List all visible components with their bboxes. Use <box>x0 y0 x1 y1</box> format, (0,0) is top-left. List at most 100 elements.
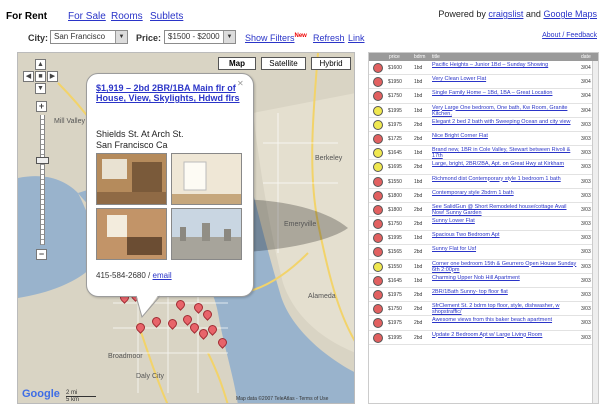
row-title-link[interactable]: Richmond dist Contemporary style 1 bedro… <box>432 176 578 188</box>
pan-up-icon[interactable]: ▲ <box>35 59 46 70</box>
row-title-link[interactable]: Corner one bedroom 15th & Geurrero Open … <box>432 261 578 273</box>
col-bedrooms[interactable]: bdrm <box>414 53 425 61</box>
row-title-link[interactable]: Large, bright, 2BR/2BA, Apt. on Great Hw… <box>432 161 578 173</box>
row-title-link[interactable]: Sunny Lower Flat <box>432 218 578 230</box>
show-filters-link[interactable]: Show FiltersNew <box>245 33 307 43</box>
google-maps-link[interactable]: Google Maps <box>543 9 597 19</box>
pan-down-icon[interactable]: ▼ <box>35 83 46 94</box>
map-type-hybrid-button[interactable]: Hybrid <box>311 57 351 70</box>
pan-center-icon[interactable]: ■ <box>35 71 46 82</box>
row-date: 3/03 <box>581 192 591 199</box>
row-title-link[interactable]: Awesome views from this baker beach apar… <box>432 317 578 329</box>
table-row[interactable]: $1995 1bd Very Large One bedroom, One bath… <box>369 104 598 118</box>
status-dot-icon <box>373 162 383 173</box>
row-bedrooms: 1bd <box>414 93 423 100</box>
row-date: 3/03 <box>581 292 591 298</box>
row-title-link[interactable]: Nice Bright Corner Flat <box>432 133 578 145</box>
zoom-out-button[interactable]: − <box>36 249 47 260</box>
tab-for-sale[interactable]: For Sale <box>68 11 106 22</box>
map-type-satellite-button[interactable]: Satellite <box>261 57 306 70</box>
row-date: 3/03 <box>581 334 591 341</box>
table-row[interactable]: $1750 2bd Sunny Lower Flat 3/03 <box>369 217 598 232</box>
city-select[interactable]: San Francisco ▼ <box>50 30 128 44</box>
status-dot-icon <box>373 247 383 258</box>
map-copyright: Map data ©2007 TeleAtlas - Terms of Use <box>236 396 329 402</box>
email-link[interactable]: email <box>153 271 172 280</box>
status-dot-icon <box>373 190 383 201</box>
living-room-photo <box>172 154 241 204</box>
info-listing-title-link[interactable]: $1,919 – 2bd 2BR/1BA Main flr of House, … <box>96 83 246 103</box>
row-bedrooms: 2bd <box>414 320 423 327</box>
row-date: 3/04 <box>581 65 591 71</box>
row-title-link[interactable]: Elegant 2 bed 2 bath with Sweeping Ocean… <box>432 119 578 131</box>
row-price: $1750 <box>388 93 402 100</box>
map-label: Emeryville <box>284 221 317 228</box>
row-title-link[interactable]: Spacious Two Bedroom Apt <box>432 232 578 244</box>
table-row[interactable]: $1645 1bd Brand new, 1BR in Cole Valley, S… <box>369 146 598 161</box>
table-row[interactable]: $1995 2bd Update 2 Bedroom Apt w/ Large Li… <box>369 331 598 345</box>
tab-for-rent[interactable]: For Rent <box>6 11 47 22</box>
tab-rooms[interactable]: Rooms <box>111 11 143 22</box>
listing-photo[interactable] <box>171 153 242 205</box>
table-row[interactable]: $1550 1bd Richmond dist Contemporary style… <box>369 175 598 189</box>
col-price[interactable]: price <box>389 53 400 61</box>
row-title-link[interactable]: Contemporary style 2bdrm 1 bath <box>432 190 578 202</box>
tab-sublets[interactable]: Sublets <box>150 11 183 22</box>
table-row[interactable]: $1750 1bd Single Family Home – 1Bd, 1BA – … <box>369 89 598 104</box>
row-title-link[interactable]: Brand new, 1BR in Cole Valley, Stewart b… <box>432 147 578 159</box>
table-row[interactable]: $1800 2bd Contemporary style 2bdrm 1 bath 3… <box>369 189 598 203</box>
zoom-slider-thumb[interactable] <box>36 157 49 164</box>
map-area[interactable]: Map Satellite Hybrid ▲ ◀ ■ ▶ ▼ + − Mill … <box>17 52 355 404</box>
pan-left-icon[interactable]: ◀ <box>23 71 34 82</box>
map-label: Berkeley <box>315 155 343 162</box>
row-bedrooms: 2bd <box>414 334 423 341</box>
table-row[interactable]: $1750 2bd SfrClement St. 2 bdrm top floor,… <box>369 302 598 317</box>
table-row[interactable]: $1995 1bd Spacious Two Bedroom Apt 3/03 <box>369 231 598 246</box>
listing-photo[interactable] <box>96 153 167 205</box>
status-dot-icon <box>373 63 383 73</box>
scale-km: 5 km <box>66 397 80 403</box>
zoom-slider[interactable] <box>40 115 45 245</box>
table-row[interactable]: $1645 1bd Charming Upper Nob Hill Apartmen… <box>369 274 598 288</box>
table-row[interactable]: $1975 2bd 2BR/1Bath Sunny- top floor flat 3… <box>369 288 598 303</box>
table-row[interactable]: $1550 1bd Corner one bedroom 15th & Geurre… <box>369 260 598 274</box>
status-dot-icon <box>373 318 383 329</box>
row-price: $1975 <box>388 121 402 128</box>
table-row[interactable]: $1800 2bd See SalidGun @ Short Remodeled h… <box>369 203 598 218</box>
row-title-link[interactable]: 2BR/1Bath Sunny- top floor flat <box>432 289 578 301</box>
permalink-link[interactable]: Link <box>348 33 365 43</box>
row-title-link[interactable]: SfrClement St. 2 bdrm top floor, style, … <box>432 303 578 315</box>
col-title[interactable]: title <box>432 53 440 61</box>
row-title-link[interactable]: Update 2 Bedroom Apt w/ Large Living Roo… <box>432 332 578 344</box>
row-date: 3/03 <box>581 249 591 256</box>
about-feedback-link[interactable]: About / Feedback <box>542 32 597 39</box>
status-dot-icon <box>373 105 383 116</box>
row-title-link[interactable]: See SalidGun @ Short Remodeled house/cot… <box>432 204 578 216</box>
row-title-link[interactable]: Single Family Home – 1Bd, 1BA – Great Lo… <box>432 90 578 102</box>
zoom-in-button[interactable]: + <box>36 101 47 112</box>
table-row[interactable]: $1600 1bd Pacific Heights – Junior 1Bd – S… <box>369 61 598 76</box>
pan-right-icon[interactable]: ▶ <box>47 71 58 82</box>
row-title-link[interactable]: Charming Upper Nob Hill Apartment <box>432 275 578 287</box>
row-title-link[interactable]: Pacific Heights – Junior 1Bd – Sunday Sh… <box>432 62 578 74</box>
row-title-link[interactable]: Sunny Flat for Usf <box>432 246 578 258</box>
price-select[interactable]: $1500 - $2000 ▼ <box>164 30 236 44</box>
col-date[interactable]: date <box>581 53 591 61</box>
table-row[interactable]: $1950 1bd Very Clean Lower Flat 3/04 <box>369 75 598 90</box>
craigslist-link[interactable]: craigslist <box>488 9 523 19</box>
refresh-link[interactable]: Refresh <box>313 33 345 43</box>
listing-photo[interactable] <box>96 208 167 260</box>
row-price: $1975 <box>388 292 402 298</box>
table-row[interactable]: $1695 2bd Large, bright, 2BR/2BA, Apt. on … <box>369 160 598 175</box>
table-row[interactable]: $1975 2bd Elegant 2 bed 2 bath with Sweepi… <box>369 118 598 132</box>
listing-scrollbar[interactable] <box>592 61 598 403</box>
table-row[interactable]: $1975 2bd Awesome views from this baker be… <box>369 316 598 331</box>
listing-photo[interactable] <box>171 208 242 260</box>
map-type-map-button[interactable]: Map <box>218 57 256 70</box>
table-row[interactable]: $1565 2bd Sunny Flat for Usf 3/03 <box>369 245 598 260</box>
row-title-link[interactable]: Very Clean Lower Flat <box>432 76 578 88</box>
table-row[interactable]: $1725 2bd Nice Bright Corner Flat 3/03 <box>369 132 598 147</box>
price-label: Price: <box>136 33 162 43</box>
row-date: 3/03 <box>581 121 591 128</box>
row-title-link[interactable]: Very Large One bedroom, One bath, Kw Roo… <box>432 105 578 117</box>
